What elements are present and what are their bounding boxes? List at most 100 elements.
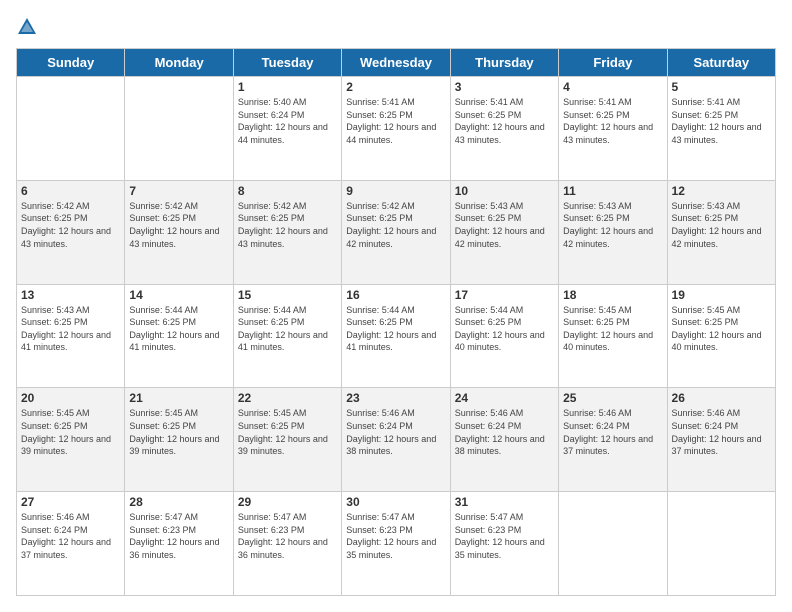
week-row-2: 6 Sunrise: 5:42 AM Sunset: 6:25 PM Daylig… — [17, 180, 776, 284]
day-info: Sunrise: 5:45 AM Sunset: 6:25 PM Dayligh… — [563, 304, 662, 354]
calendar-cell: 5 Sunrise: 5:41 AM Sunset: 6:25 PM Daylig… — [667, 77, 775, 181]
page: SundayMondayTuesdayWednesdayThursdayFrid… — [0, 0, 792, 612]
day-number: 4 — [563, 80, 662, 94]
calendar-cell: 30 Sunrise: 5:47 AM Sunset: 6:23 PM Dayli… — [342, 492, 450, 596]
day-number: 17 — [455, 288, 554, 302]
day-info: Sunrise: 5:43 AM Sunset: 6:25 PM Dayligh… — [455, 200, 554, 250]
dow-header-thursday: Thursday — [450, 49, 558, 77]
day-number: 20 — [21, 391, 120, 405]
calendar-cell: 17 Sunrise: 5:44 AM Sunset: 6:25 PM Dayli… — [450, 284, 558, 388]
calendar-cell: 26Sunrise: 5:46 AM Sunset: 6:24 PM Dayli… — [667, 388, 775, 492]
day-info: Sunrise: 5:41 AM Sunset: 6:25 PM Dayligh… — [672, 96, 771, 146]
day-info: Sunrise: 5:46 AM Sunset: 6:24 PM Dayligh… — [563, 407, 662, 457]
dow-header-sunday: Sunday — [17, 49, 125, 77]
day-info: Sunrise: 5:41 AM Sunset: 6:25 PM Dayligh… — [563, 96, 662, 146]
calendar-cell: 23 Sunrise: 5:46 AM Sunset: 6:24 PM Dayli… — [342, 388, 450, 492]
calendar-cell: 7Sunrise: 5:42 AM Sunset: 6:25 PM Daylig… — [125, 180, 233, 284]
calendar-cell: 19 Sunrise: 5:45 AM Sunset: 6:25 PM Dayli… — [667, 284, 775, 388]
week-row-3: 13 Sunrise: 5:43 AM Sunset: 6:25 PM Dayli… — [17, 284, 776, 388]
calendar-cell: 2Sunrise: 5:41 AM Sunset: 6:25 PM Daylig… — [342, 77, 450, 181]
day-info: Sunrise: 5:44 AM Sunset: 6:25 PM Dayligh… — [455, 304, 554, 354]
day-info: Sunrise: 5:42 AM Sunset: 6:25 PM Dayligh… — [238, 200, 337, 250]
calendar-cell: 6 Sunrise: 5:42 AM Sunset: 6:25 PM Daylig… — [17, 180, 125, 284]
day-info: Sunrise: 5:43 AM Sunset: 6:25 PM Dayligh… — [21, 304, 120, 354]
logo — [16, 16, 42, 38]
calendar-cell: 15Sunrise: 5:44 AM Sunset: 6:25 PM Dayli… — [233, 284, 341, 388]
day-number: 13 — [21, 288, 120, 302]
calendar: SundayMondayTuesdayWednesdayThursdayFrid… — [16, 48, 776, 596]
day-info: Sunrise: 5:44 AM Sunset: 6:25 PM Dayligh… — [346, 304, 445, 354]
day-info: Sunrise: 5:43 AM Sunset: 6:25 PM Dayligh… — [563, 200, 662, 250]
day-number: 31 — [455, 495, 554, 509]
calendar-cell: 24Sunrise: 5:46 AM Sunset: 6:24 PM Dayli… — [450, 388, 558, 492]
day-number: 22 — [238, 391, 337, 405]
calendar-cell — [559, 492, 667, 596]
calendar-cell: 14 Sunrise: 5:44 AM Sunset: 6:25 PM Dayli… — [125, 284, 233, 388]
week-row-4: 20 Sunrise: 5:45 AM Sunset: 6:25 PM Dayli… — [17, 388, 776, 492]
day-info: Sunrise: 5:45 AM Sunset: 6:25 PM Dayligh… — [238, 407, 337, 457]
day-info: Sunrise: 5:46 AM Sunset: 6:24 PM Dayligh… — [21, 511, 120, 561]
day-info: Sunrise: 5:44 AM Sunset: 6:25 PM Dayligh… — [238, 304, 337, 354]
day-number: 10 — [455, 184, 554, 198]
calendar-cell: 25 Sunrise: 5:46 AM Sunset: 6:24 PM Dayli… — [559, 388, 667, 492]
day-number: 6 — [21, 184, 120, 198]
day-info: Sunrise: 5:41 AM Sunset: 6:25 PM Dayligh… — [455, 96, 554, 146]
calendar-cell — [667, 492, 775, 596]
calendar-cell: 27 Sunrise: 5:46 AM Sunset: 6:24 PM Dayli… — [17, 492, 125, 596]
day-info: Sunrise: 5:47 AM Sunset: 6:23 PM Dayligh… — [455, 511, 554, 561]
week-row-5: 27 Sunrise: 5:46 AM Sunset: 6:24 PM Dayli… — [17, 492, 776, 596]
day-number: 16 — [346, 288, 445, 302]
day-info: Sunrise: 5:42 AM Sunset: 6:25 PM Dayligh… — [21, 200, 120, 250]
day-info: Sunrise: 5:46 AM Sunset: 6:24 PM Dayligh… — [346, 407, 445, 457]
calendar-cell: 28 Sunrise: 5:47 AM Sunset: 6:23 PM Dayli… — [125, 492, 233, 596]
calendar-cell: 9 Sunrise: 5:42 AM Sunset: 6:25 PM Daylig… — [342, 180, 450, 284]
day-number: 24 — [455, 391, 554, 405]
day-number: 9 — [346, 184, 445, 198]
calendar-cell: 21Sunrise: 5:45 AM Sunset: 6:25 PM Dayli… — [125, 388, 233, 492]
calendar-cell: 4 Sunrise: 5:41 AM Sunset: 6:25 PM Daylig… — [559, 77, 667, 181]
day-info: Sunrise: 5:46 AM Sunset: 6:24 PM Dayligh… — [672, 407, 771, 457]
day-info: Sunrise: 5:41 AM Sunset: 6:25 PM Dayligh… — [346, 96, 445, 146]
day-number: 30 — [346, 495, 445, 509]
calendar-cell: 16 Sunrise: 5:44 AM Sunset: 6:25 PM Dayli… — [342, 284, 450, 388]
day-number: 3 — [455, 80, 554, 94]
dow-header-saturday: Saturday — [667, 49, 775, 77]
day-info: Sunrise: 5:42 AM Sunset: 6:25 PM Dayligh… — [346, 200, 445, 250]
day-info: Sunrise: 5:47 AM Sunset: 6:23 PM Dayligh… — [238, 511, 337, 561]
day-info: Sunrise: 5:45 AM Sunset: 6:25 PM Dayligh… — [21, 407, 120, 457]
day-number: 7 — [129, 184, 228, 198]
day-info: Sunrise: 5:47 AM Sunset: 6:23 PM Dayligh… — [129, 511, 228, 561]
day-info: Sunrise: 5:40 AM Sunset: 6:24 PM Dayligh… — [238, 96, 337, 146]
day-number: 29 — [238, 495, 337, 509]
day-number: 14 — [129, 288, 228, 302]
day-info: Sunrise: 5:47 AM Sunset: 6:23 PM Dayligh… — [346, 511, 445, 561]
day-number: 19 — [672, 288, 771, 302]
day-info: Sunrise: 5:45 AM Sunset: 6:25 PM Dayligh… — [672, 304, 771, 354]
calendar-cell: 13 Sunrise: 5:43 AM Sunset: 6:25 PM Dayli… — [17, 284, 125, 388]
day-number: 8 — [238, 184, 337, 198]
day-number: 25 — [563, 391, 662, 405]
days-of-week-row: SundayMondayTuesdayWednesdayThursdayFrid… — [17, 49, 776, 77]
dow-header-monday: Monday — [125, 49, 233, 77]
calendar-cell: 3 Sunrise: 5:41 AM Sunset: 6:25 PM Daylig… — [450, 77, 558, 181]
dow-header-wednesday: Wednesday — [342, 49, 450, 77]
calendar-cell: 31 Sunrise: 5:47 AM Sunset: 6:23 PM Dayli… — [450, 492, 558, 596]
week-row-1: 1Sunrise: 5:40 AM Sunset: 6:24 PM Daylig… — [17, 77, 776, 181]
day-number: 5 — [672, 80, 771, 94]
calendar-cell: 22 Sunrise: 5:45 AM Sunset: 6:25 PM Dayli… — [233, 388, 341, 492]
day-number: 23 — [346, 391, 445, 405]
calendar-cell: 8 Sunrise: 5:42 AM Sunset: 6:25 PM Daylig… — [233, 180, 341, 284]
day-number: 12 — [672, 184, 771, 198]
day-info: Sunrise: 5:44 AM Sunset: 6:25 PM Dayligh… — [129, 304, 228, 354]
calendar-cell — [17, 77, 125, 181]
calendar-cell — [125, 77, 233, 181]
day-number: 18 — [563, 288, 662, 302]
header — [16, 16, 776, 38]
day-number: 27 — [21, 495, 120, 509]
calendar-cell: 20 Sunrise: 5:45 AM Sunset: 6:25 PM Dayli… — [17, 388, 125, 492]
calendar-body: 1Sunrise: 5:40 AM Sunset: 6:24 PM Daylig… — [17, 77, 776, 596]
calendar-cell: 1Sunrise: 5:40 AM Sunset: 6:24 PM Daylig… — [233, 77, 341, 181]
day-number: 28 — [129, 495, 228, 509]
logo-icon — [16, 16, 38, 38]
calendar-cell: 12Sunrise: 5:43 AM Sunset: 6:25 PM Dayli… — [667, 180, 775, 284]
